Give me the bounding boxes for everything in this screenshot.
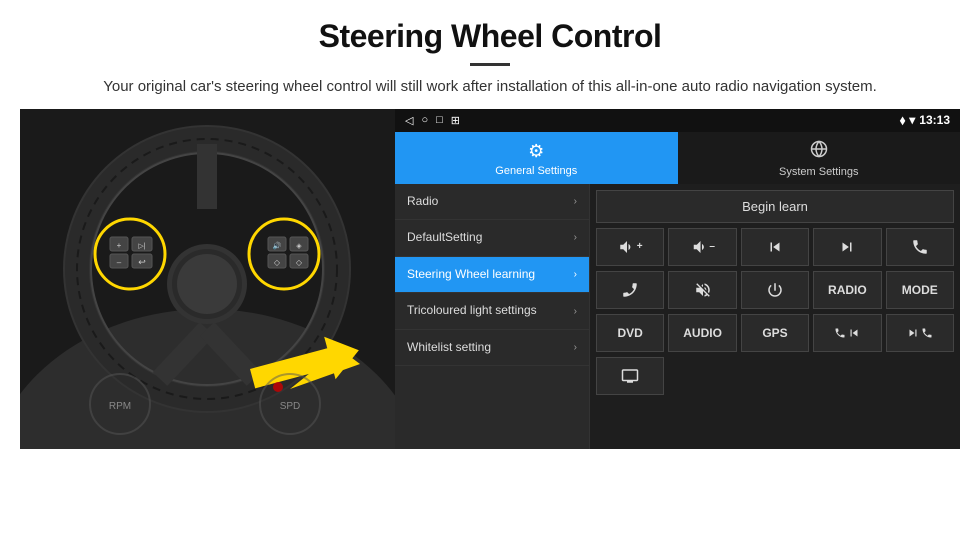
chevron-icon: ›: [574, 306, 577, 317]
control-panel: Begin learn + –: [590, 184, 960, 449]
phone-answer-button[interactable]: [886, 228, 954, 266]
status-indicators: ⬧ ▾ 13:13: [900, 113, 950, 128]
tab-system-label: System Settings: [779, 166, 858, 178]
header-divider: [470, 63, 510, 66]
wifi-icon: ▾: [909, 113, 915, 127]
clock: 13:13: [919, 113, 950, 127]
page-header: Steering Wheel Control Your original car…: [0, 0, 980, 109]
control-row-2: RADIO MODE: [596, 271, 954, 309]
header-description: Your original car's steering wheel contr…: [60, 76, 920, 99]
back-icon[interactable]: ◁: [405, 114, 413, 127]
svg-text:▷|: ▷|: [138, 243, 145, 250]
settings-area: Radio › DefaultSetting › Steering Wheel …: [395, 184, 960, 449]
tab-bar: ⚙ General Settings System Settings: [395, 132, 960, 184]
radio-label: Radio: [407, 194, 574, 210]
screenshot-icon[interactable]: ⊞: [451, 114, 460, 127]
svg-text:◇: ◇: [296, 258, 303, 267]
svg-text:RPM: RPM: [109, 401, 131, 412]
gps-label: GPS: [762, 326, 787, 340]
begin-learn-row: Begin learn: [596, 190, 954, 223]
settings-item-tricoloured[interactable]: Tricoloured light settings ›: [395, 293, 589, 330]
settings-item-default[interactable]: DefaultSetting ›: [395, 220, 589, 257]
hang-up-button[interactable]: [596, 271, 664, 309]
svg-text:◇: ◇: [274, 258, 281, 267]
main-content: + – ▷| ↩ 🔊 ◇ ◈ ◇: [20, 109, 960, 449]
android-panel: ◁ ○ □ ⊞ ⬧ ▾ 13:13 ⚙ General Settings: [395, 109, 960, 449]
control-row-4: [596, 357, 954, 395]
power-button[interactable]: [741, 271, 809, 309]
mute-button[interactable]: [668, 271, 736, 309]
chevron-icon: ›: [574, 269, 577, 280]
default-label: DefaultSetting: [407, 230, 574, 246]
chevron-icon: ›: [574, 342, 577, 353]
radio-mode-button[interactable]: RADIO: [813, 271, 881, 309]
mode-button[interactable]: MODE: [886, 271, 954, 309]
nav-icons: ◁ ○ □ ⊞: [405, 114, 460, 127]
chevron-icon: ›: [574, 232, 577, 243]
svg-text:🔊: 🔊: [273, 241, 282, 250]
svg-text:↩: ↩: [138, 257, 146, 267]
chevron-icon: ›: [574, 196, 577, 207]
audio-button[interactable]: AUDIO: [668, 314, 736, 352]
whitelist-label: Whitelist setting: [407, 340, 574, 356]
settings-list: Radio › DefaultSetting › Steering Wheel …: [395, 184, 590, 449]
home-icon[interactable]: ○: [421, 114, 428, 126]
status-bar: ◁ ○ □ ⊞ ⬧ ▾ 13:13: [395, 109, 960, 132]
settings-item-radio[interactable]: Radio ›: [395, 184, 589, 221]
gps-button[interactable]: GPS: [741, 314, 809, 352]
prev-track-button[interactable]: [741, 228, 809, 266]
mode-label: MODE: [902, 283, 938, 297]
dvd-button[interactable]: DVD: [596, 314, 664, 352]
tab-general-settings[interactable]: ⚙ General Settings: [395, 132, 678, 184]
steering-wheel-image: + – ▷| ↩ 🔊 ◇ ◈ ◇: [20, 109, 395, 449]
vol-up-button[interactable]: +: [596, 228, 664, 266]
dvd-label: DVD: [618, 326, 643, 340]
settings-item-steering[interactable]: Steering Wheel learning ›: [395, 257, 589, 294]
control-row-1: + –: [596, 228, 954, 266]
svg-text:◈: ◈: [296, 243, 302, 250]
control-row-3: DVD AUDIO GPS: [596, 314, 954, 352]
svg-text:SPD: SPD: [280, 401, 301, 412]
tel-next-button[interactable]: [886, 314, 954, 352]
steering-label: Steering Wheel learning: [407, 267, 574, 283]
audio-label: AUDIO: [683, 326, 722, 340]
tel-prev-button[interactable]: [813, 314, 881, 352]
globe-icon: [810, 140, 828, 163]
tab-general-label: General Settings: [495, 165, 577, 177]
begin-learn-button[interactable]: Begin learn: [596, 190, 954, 223]
recents-icon[interactable]: □: [436, 114, 443, 126]
tricoloured-label: Tricoloured light settings: [407, 303, 574, 319]
page-title: Steering Wheel Control: [60, 18, 920, 55]
gear-icon: ⚙: [528, 141, 544, 162]
svg-text:–: –: [117, 258, 122, 267]
vol-down-button[interactable]: –: [668, 228, 736, 266]
settings-item-whitelist[interactable]: Whitelist setting ›: [395, 330, 589, 367]
radio-label: RADIO: [828, 283, 867, 297]
svg-text:+: +: [117, 241, 122, 250]
screen-button[interactable]: [596, 357, 664, 395]
location-icon: ⬧: [900, 113, 905, 128]
tab-system-settings[interactable]: System Settings: [678, 132, 961, 184]
next-track-button[interactable]: [813, 228, 881, 266]
